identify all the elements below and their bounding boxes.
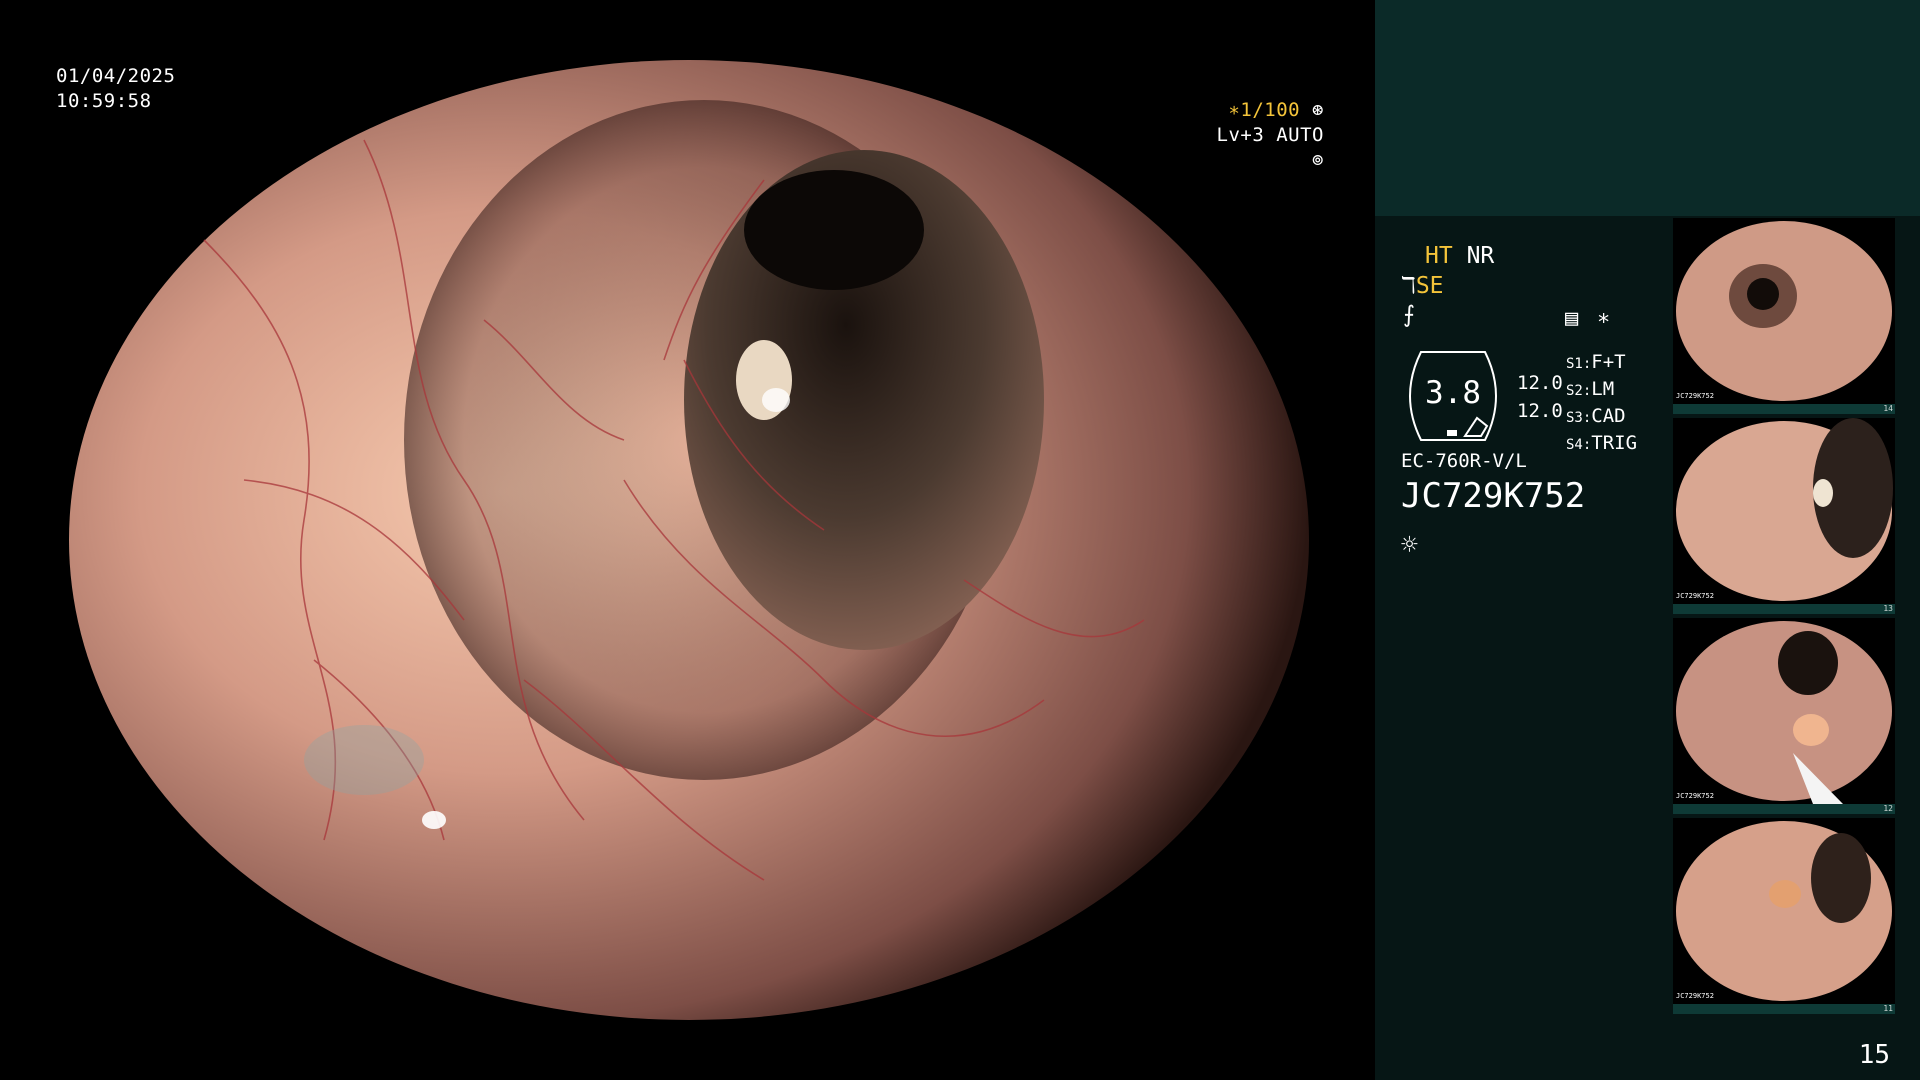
auto-label: AUTO bbox=[1276, 124, 1324, 146]
ht-nr-row: HT NR bbox=[1425, 243, 1494, 269]
ht-label: HT bbox=[1425, 243, 1453, 269]
thumbnail-4[interactable]: JC729K752 bbox=[1673, 818, 1895, 1004]
zoom-value: 3.8 bbox=[1425, 375, 1481, 411]
thumbnail-bar: 13 bbox=[1673, 604, 1895, 614]
thumbnail-image bbox=[1673, 618, 1895, 804]
page-number: 15 bbox=[1858, 1040, 1890, 1070]
mode-row: S2:LM bbox=[1566, 378, 1615, 400]
se-label: SE bbox=[1415, 273, 1444, 299]
thumbnail-bar: 12 bbox=[1673, 804, 1895, 814]
exposure-overlay: ∗1/100 ⊛ Lv+3 AUTO ⊚ bbox=[1196, 98, 1324, 173]
scope-model: EC-760R-V/L bbox=[1401, 450, 1527, 472]
thumbnail-bar: 11 bbox=[1673, 1004, 1895, 1014]
thumbnail-image bbox=[1673, 418, 1895, 604]
value-2: 12.0 bbox=[1517, 400, 1563, 422]
mode-row: S1:F+T bbox=[1566, 351, 1626, 373]
enhance-icon: ℸ bbox=[1401, 273, 1416, 299]
shutter-label: ∗1/100 bbox=[1228, 99, 1301, 121]
thumbnail-2[interactable]: JC729K752 bbox=[1673, 418, 1895, 604]
thumbnail-1[interactable]: JC729K752 bbox=[1673, 218, 1895, 404]
memory-icon: ▤ bbox=[1565, 306, 1579, 331]
date-time-overlay: 01/04/2025 10:59:58 bbox=[56, 64, 175, 114]
info-panel: HT NR ℸSE ⨍ ▤ ∗ 3.8 12.0 12.0 S1:F+T S2:… bbox=[1375, 0, 1920, 1080]
shutter-icon: ⊛ bbox=[1312, 99, 1324, 121]
thumbnail-3[interactable]: JC729K752 bbox=[1673, 618, 1895, 804]
mode-row: S3:CAD bbox=[1566, 405, 1626, 427]
thumbnail-image bbox=[1673, 218, 1895, 404]
value-1: 12.0 bbox=[1517, 372, 1563, 394]
flag-icon: ⨍ bbox=[1403, 302, 1415, 328]
auto-icon: ⊚ bbox=[1312, 149, 1324, 171]
nr-label: NR bbox=[1466, 243, 1495, 269]
light-icon: ☼ bbox=[1401, 528, 1418, 561]
mode-row: S4:TRIG bbox=[1566, 432, 1638, 454]
zoom-indicator: 3.8 bbox=[1397, 350, 1509, 442]
asterisk-label: ∗ bbox=[1597, 306, 1611, 331]
scope-serial: JC729K752 bbox=[1401, 476, 1586, 516]
panel-header-area bbox=[1375, 0, 1920, 216]
thumbnail-bar: 14 bbox=[1673, 404, 1895, 414]
thumbnail-image bbox=[1673, 818, 1895, 1004]
endoscope-main-view bbox=[64, 60, 1314, 1020]
se-row: ℸSE bbox=[1401, 273, 1444, 299]
date-label: 01/04/2025 bbox=[56, 65, 176, 87]
colon-image bbox=[69, 60, 1309, 1020]
time-label: 10:59:58 bbox=[56, 90, 152, 112]
switch-modes: S1:F+T S2:LM S3:CAD S4:TRIG bbox=[1566, 350, 1637, 458]
level-label: Lv+3 bbox=[1216, 124, 1265, 146]
